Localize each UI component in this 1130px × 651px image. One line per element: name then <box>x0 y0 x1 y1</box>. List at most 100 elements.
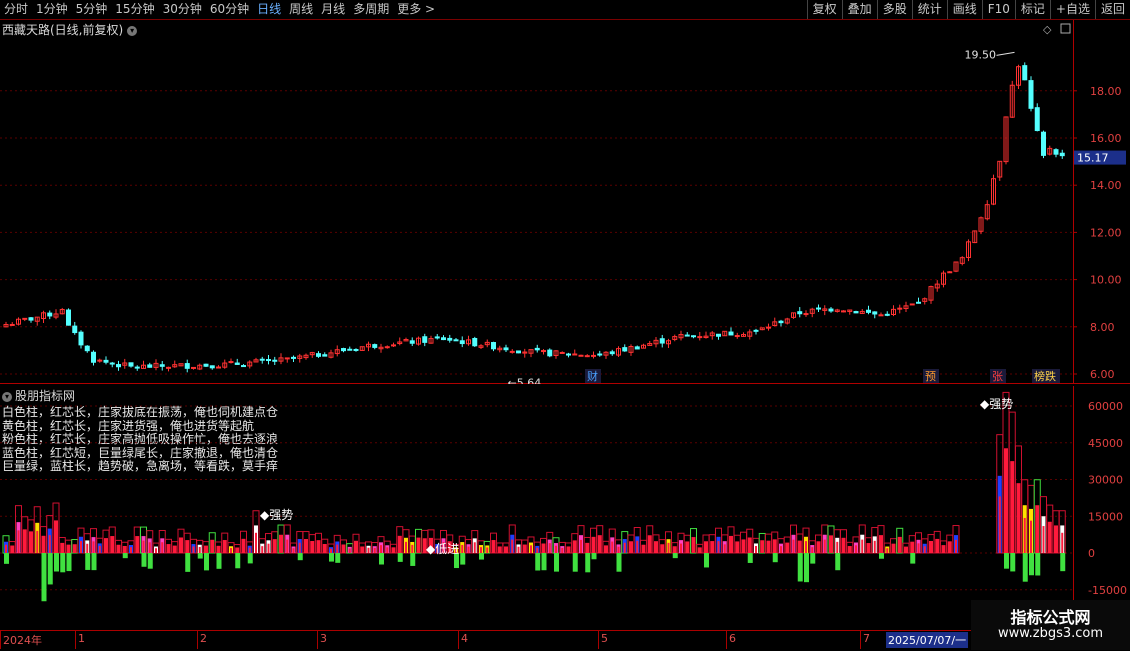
negative-bar <box>810 553 816 564</box>
negative-bar <box>47 553 53 585</box>
candle <box>584 355 590 358</box>
negative-bar <box>197 553 203 559</box>
candle <box>209 365 215 369</box>
candle <box>72 325 78 334</box>
period-tab[interactable]: 更多 > <box>393 0 439 19</box>
volume-core <box>367 547 370 553</box>
negative-bar <box>235 553 241 569</box>
candle <box>459 340 465 345</box>
negative-bar <box>1004 553 1009 569</box>
volume-core <box>767 543 770 553</box>
indicator-panel[interactable]: ▾ 股朋指标网 白色柱，红芯长，庄家拔底在振荡，俺也伺机建点仓 黄色柱，红芯长，庄家… <box>0 386 1130 630</box>
volume-core <box>473 542 476 553</box>
negative-bar <box>379 553 384 565</box>
volume-core <box>92 541 95 553</box>
period-tab[interactable]: 60分钟 <box>206 0 253 19</box>
volume-core <box>511 539 514 553</box>
candle <box>909 303 915 306</box>
volume-core <box>480 547 482 553</box>
volume-core <box>761 543 764 553</box>
tool-button[interactable]: 多股 <box>876 0 912 19</box>
negative-bar <box>535 553 541 571</box>
period-tab[interactable]: 15分钟 <box>111 0 158 19</box>
candle <box>541 350 546 353</box>
tool-button[interactable]: +自选 <box>1049 0 1095 19</box>
candle <box>316 353 321 357</box>
volume-core <box>230 548 232 553</box>
candle <box>259 358 265 361</box>
negative-bar <box>704 553 709 568</box>
candle <box>947 271 953 274</box>
indicator-chart[interactable]: 60000 45000 30000 15000 0 -15000 ◆强势 ◆低进 ◆强势 <box>0 386 1130 630</box>
y-tick-label: 45000 <box>1088 437 1123 450</box>
volume-core <box>686 544 689 553</box>
candle <box>353 348 359 351</box>
period-tab[interactable]: 多周期 <box>349 0 393 19</box>
event-marker: 榜跌 <box>1034 369 1056 383</box>
volume-core <box>717 541 720 553</box>
volume-core <box>261 546 264 553</box>
diamond-icon: ◇ <box>1043 23 1052 36</box>
period-tab[interactable]: 周线 <box>285 0 317 19</box>
tool-button[interactable]: 复权 <box>806 0 842 19</box>
period-tab[interactable]: 1分钟 <box>32 0 72 19</box>
signal-annotation: ◆强势 <box>980 397 1013 411</box>
volume-core <box>392 548 395 553</box>
candle <box>191 366 196 369</box>
period-tab[interactable]: 30分钟 <box>159 0 206 19</box>
time-separator <box>598 631 599 649</box>
tool-button[interactable]: 统计 <box>911 0 947 19</box>
volume-core <box>548 543 551 553</box>
tool-button[interactable]: 标记 <box>1014 0 1050 19</box>
volume-core <box>1055 532 1057 553</box>
candle <box>684 334 690 337</box>
tool-button[interactable]: F10 <box>981 0 1015 19</box>
negative-bar <box>1010 553 1016 572</box>
period-tab[interactable]: 分时 <box>0 0 32 19</box>
candle <box>159 364 165 367</box>
volume-core <box>180 541 182 553</box>
candle <box>734 335 740 338</box>
negative-bar <box>591 553 597 560</box>
watermark-line1: 指标公式网 <box>1010 608 1091 627</box>
volume-core <box>692 541 695 553</box>
candle <box>572 353 578 356</box>
volume-core <box>873 540 876 553</box>
volume-core <box>267 543 270 553</box>
period-tab[interactable]: 月线 <box>317 0 349 19</box>
candle <box>203 363 209 367</box>
candle <box>441 337 446 341</box>
candle <box>66 309 71 326</box>
volume-core <box>605 547 607 553</box>
candle <box>716 333 721 337</box>
kline-chart[interactable]: 18.00 16.00 14.00 12.00 10.00 8.00 6.00 15.17 ◇ 1… <box>0 20 1130 384</box>
candle <box>516 350 521 354</box>
time-separator <box>317 631 318 649</box>
volume-core <box>573 543 576 553</box>
negative-bar <box>1029 553 1034 576</box>
time-separator <box>0 631 1 649</box>
negative-bar <box>85 553 91 570</box>
current-price-label: 15.17 <box>1077 152 1109 165</box>
tool-button[interactable]: 叠加 <box>841 0 877 19</box>
y-tick-label: -15000 <box>1088 584 1127 597</box>
volume-core <box>1042 526 1045 553</box>
tool-button[interactable]: 返回 <box>1094 0 1130 19</box>
negative-bar <box>1022 553 1028 582</box>
negative-bar <box>797 553 803 582</box>
volume-core <box>467 546 470 553</box>
candle <box>84 345 90 352</box>
volume-core <box>786 545 789 553</box>
volume-core <box>398 540 401 553</box>
volume-core <box>342 546 345 553</box>
candle <box>422 336 428 343</box>
y-tick-label: 10.00 <box>1090 274 1122 287</box>
kline-panel[interactable]: 西藏天路(日线,前复权) ▾ 18.00 16.00 14.00 12.00 10.00 8… <box>0 20 1130 384</box>
negative-bar <box>910 553 916 564</box>
period-tabs: 分时 1分钟 5分钟 15分钟 30分钟 60分钟 日线 周线 月线 多周期 更多 > <box>0 0 439 19</box>
volume-core <box>305 542 307 553</box>
tool-button[interactable]: 画线 <box>946 0 982 19</box>
negative-bar <box>772 553 778 563</box>
period-tab[interactable]: 5分钟 <box>72 0 112 19</box>
period-tab[interactable]: 日线 <box>253 0 285 19</box>
